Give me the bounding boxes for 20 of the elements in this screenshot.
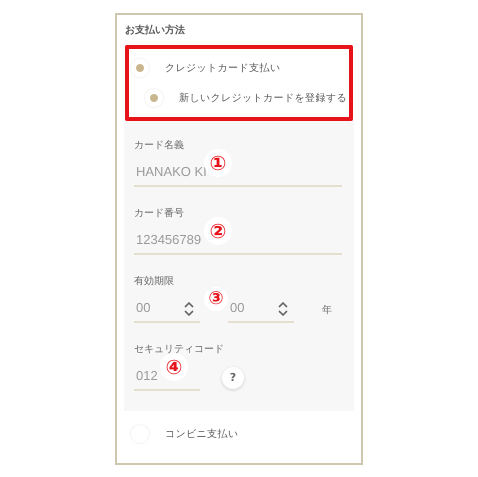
option-label[interactable]: コンビニ支払い xyxy=(165,427,238,441)
year-unit: 年 xyxy=(322,304,332,316)
option-label[interactable]: クレジットカード支払い xyxy=(165,61,280,75)
field-label: セキュリティコード xyxy=(134,343,224,356)
annotation-marker: ② xyxy=(204,217,232,245)
help-button[interactable]: ? xyxy=(222,366,244,388)
stepper-icon[interactable] xyxy=(184,302,194,316)
radio-button[interactable] xyxy=(131,59,149,77)
radio-button[interactable] xyxy=(145,89,163,107)
month-field[interactable]: 00 xyxy=(134,296,184,321)
year-field[interactable]: 00 xyxy=(228,296,278,321)
stepper-icon[interactable] xyxy=(278,302,288,316)
annotation-marker: ③ xyxy=(204,287,228,311)
field-label: 有効期限 xyxy=(134,274,174,288)
section-title: お支払い方法 xyxy=(125,23,186,37)
field-label: カード名義 xyxy=(134,139,184,152)
annotation-marker: ① xyxy=(204,149,232,177)
option-label[interactable]: 新しいクレジットカードを登録する xyxy=(179,91,347,105)
field-label: カード番号 xyxy=(134,206,184,220)
annotation-marker: ④ xyxy=(160,353,188,381)
